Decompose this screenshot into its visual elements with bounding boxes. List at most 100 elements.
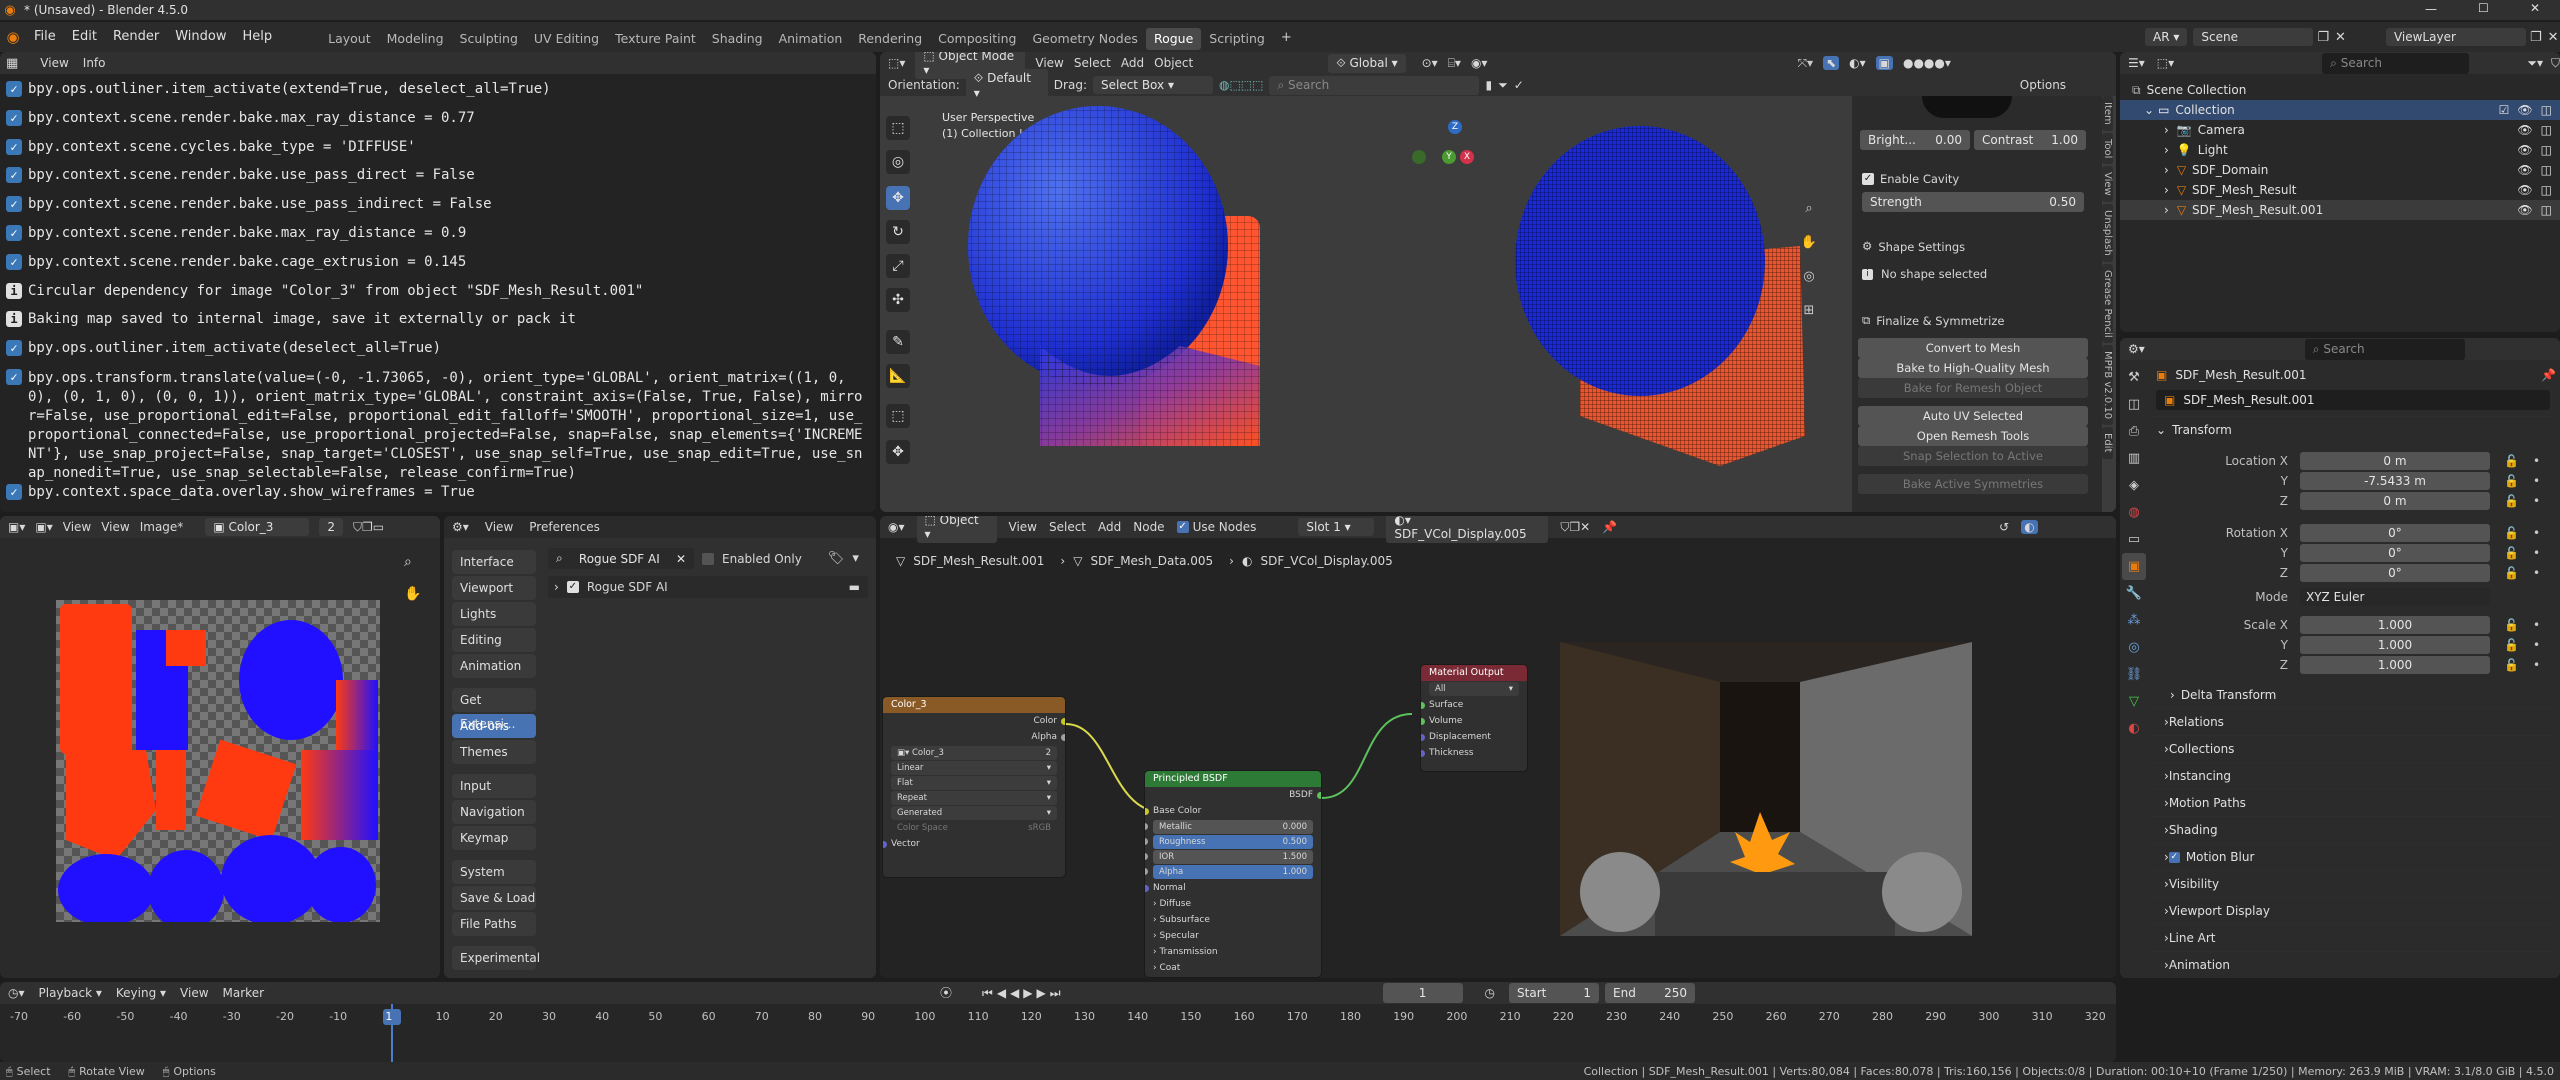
viewport-search[interactable]: ⌕ Search <box>1269 75 1480 95</box>
visibility-icon[interactable]: 👁 <box>2517 204 2532 216</box>
base-color-input[interactable]: Base Color <box>1145 803 1321 819</box>
output-tab-icon[interactable]: ⎙ <box>2122 418 2146 445</box>
render-icon[interactable]: ◫ <box>2541 184 2552 196</box>
expand-icon[interactable]: › <box>2164 164 2169 176</box>
view-mode-icon[interactable]: ▣▾ <box>35 521 52 533</box>
pan-icon[interactable]: ✋ <box>1798 226 1820 260</box>
end-frame-field[interactable]: End 250 <box>1605 983 1696 1003</box>
transform-field[interactable]: Rotation X 0° 🔓 • <box>2150 523 2556 543</box>
pref-tab-system[interactable]: System <box>452 860 536 884</box>
current-frame-field[interactable]: 1 <box>1382 983 1463 1003</box>
bookmark-icon[interactable]: ▮ <box>1485 79 1492 91</box>
outliner-item-sdf-domain[interactable]: › ▽ SDF_Domain 👁 ◫ <box>2120 160 2560 180</box>
collection-tab-icon[interactable]: ▭ <box>2122 526 2146 553</box>
alpha-output[interactable]: Alpha <box>883 729 1065 745</box>
interpolation-dropdown[interactable]: Linear ▾ <box>891 761 1057 775</box>
ie-menu-image[interactable]: Image* <box>140 520 184 534</box>
addon-item[interactable]: › ✓ Rogue SDF AI ▬ <box>548 576 868 598</box>
render-icon[interactable]: ◫ <box>2541 124 2552 136</box>
bsdf-metallic-field[interactable]: Metallic 0.000 <box>1145 820 1313 834</box>
pref-tab-get-extensi-[interactable]: Get Extensi... <box>452 688 536 731</box>
lock-icon[interactable]: 🔓 <box>2504 659 2519 671</box>
vp-menu-object[interactable]: Object <box>1154 56 1193 70</box>
contrast-field[interactable]: Contrast 1.00 <box>1974 130 2086 150</box>
editor-type-icon[interactable]: ⚙▾ <box>2128 343 2145 355</box>
bsdf-panel-specular[interactable]: › Specular <box>1145 928 1321 944</box>
motion-blur-checkbox[interactable]: ✓ <box>2168 851 2180 863</box>
normal-input[interactable]: Normal <box>1145 880 1321 896</box>
bsdf-panel-transmission[interactable]: › Transmission <box>1145 944 1321 960</box>
info-line[interactable]: ✓ bpy.ops.transform.translate(value=(-0, … <box>0 366 876 481</box>
enabled-only-checkbox[interactable] <box>702 552 714 565</box>
visibility-icon[interactable]: 👁 <box>2517 124 2532 136</box>
delete-scene-icon[interactable]: ✕ <box>2335 31 2346 44</box>
lock-icon[interactable]: 🔓 <box>2504 639 2519 651</box>
menu-file[interactable]: File <box>26 22 64 52</box>
output-target-dropdown[interactable]: All ▾ <box>1429 682 1519 696</box>
render-icon[interactable]: ◫ <box>2541 144 2552 156</box>
pref-tab-interface[interactable]: Interface <box>452 550 536 574</box>
outliner-item-light[interactable]: › 💡 Light 👁 ◫ <box>2120 140 2560 160</box>
editor-type-icon[interactable]: ▣▾ <box>8 521 25 533</box>
zoom-icon[interactable]: ⌕ <box>404 554 412 570</box>
pref-menu-preferences[interactable]: Preferences <box>529 520 600 534</box>
tl-menu-playback[interactable]: Playback ▾ <box>39 986 102 1000</box>
render-icon[interactable]: ◫ <box>2541 204 2552 216</box>
npanel-button-2[interactable]: Bake for Remesh Object <box>1858 378 2088 398</box>
lock-icon[interactable]: 🔓 <box>2504 527 2519 539</box>
npanel-tab[interactable]: Edit <box>2102 427 2113 459</box>
info-menu-info[interactable]: Info <box>83 56 106 70</box>
blender-menu-icon[interactable]: ◉ <box>0 29 26 45</box>
tl-menu-marker[interactable]: Marker <box>223 986 264 1000</box>
particles-tab-icon[interactable]: ⁂ <box>2122 607 2146 634</box>
scene-tab-icon[interactable]: ◈ <box>2122 472 2146 499</box>
keyframe-icon[interactable]: • <box>2533 659 2540 671</box>
gizmo-y-axis[interactable]: Y <box>1442 150 1456 164</box>
menu-render[interactable]: Render <box>105 22 167 52</box>
image-texture-node[interactable]: Color_3 Color Alpha ▣▾ Color_3 2 Linear ▾ … <box>882 696 1066 878</box>
close-button[interactable]: ✕ <box>2530 1 2540 15</box>
npanel-button-3[interactable]: Auto UV Selected <box>1858 406 2088 426</box>
visibility-icon[interactable]: 👁 <box>2517 104 2532 116</box>
workspace-tab-scripting[interactable]: Scripting <box>1201 28 1273 50</box>
panel-motion-blur[interactable]: › ✓ Motion Blur <box>2150 843 2556 870</box>
display-mode-icon[interactable]: ⬚▾ <box>2157 57 2174 69</box>
object-tab-icon[interactable]: ▣ <box>2122 553 2146 580</box>
outliner-item-sdf-mesh-result-001[interactable]: › ▽ SDF_Mesh_Result.001 👁 ◫ <box>2120 200 2560 220</box>
pref-tab-keymap[interactable]: Keymap <box>452 826 536 850</box>
check-icon[interactable]: ✓ <box>1514 79 1524 91</box>
workspace-tab-texture-paint[interactable]: Texture Paint <box>607 28 704 50</box>
clock-icon[interactable]: ◷ <box>1485 987 1495 999</box>
editor-type-icon[interactable]: ⬚▾ <box>888 57 905 69</box>
panel-shading[interactable]: › Shading <box>2150 816 2556 843</box>
bsdf-panel-diffuse[interactable]: › Diffuse <box>1145 896 1321 912</box>
keyframe-icon[interactable]: • <box>2533 475 2540 487</box>
pref-tab-lights[interactable]: Lights <box>452 602 536 626</box>
workspace-tab-layout[interactable]: Layout <box>320 28 379 50</box>
view-layer-tab-icon[interactable]: ▥ <box>2122 445 2146 472</box>
pref-tab-viewport[interactable]: Viewport <box>452 576 536 600</box>
panel-animation[interactable]: › Animation <box>2150 951 2556 978</box>
delta-transform-header[interactable]: › Delta Transform <box>2150 681 2556 708</box>
camera-view-icon[interactable]: ◎ <box>1798 260 1820 294</box>
tl-menu-keying[interactable]: Keying ▾ <box>116 986 166 1000</box>
npanel-tab[interactable]: Tool <box>2102 132 2113 165</box>
workspace-tab-rendering[interactable]: Rendering <box>850 28 930 50</box>
info-line[interactable]: ✓ bpy.context.scene.render.bake.use_pass_… <box>0 164 876 193</box>
transform-field[interactable]: Location X0 m 🔓 • <box>2150 451 2556 471</box>
info-line[interactable]: ✓ bpy.context.space_data.overlay.show_wir… <box>0 481 876 510</box>
outliner-item-sdf-mesh-result[interactable]: › ▽ SDF_Mesh_Result 👁 ◫ <box>2120 180 2560 200</box>
menu-help[interactable]: Help <box>235 22 281 52</box>
start-frame-field[interactable]: Start 1 <box>1509 983 1600 1003</box>
shading-icons[interactable]: ◍⬚⬚⬚ <box>1219 79 1263 91</box>
finalize-header[interactable]: ⧉ Finalize & Symmetrize <box>1862 314 2004 328</box>
mesh-right[interactable] <box>1515 126 1805 466</box>
bsdf-output[interactable]: BSDF <box>1145 787 1321 803</box>
record-icon[interactable]: ⦿ <box>940 987 952 999</box>
pref-menu-view[interactable]: View <box>485 520 513 534</box>
pref-tab-add-ons[interactable]: Add-ons <box>452 714 536 738</box>
shape-settings-header[interactable]: ⚙ Shape Settings <box>1862 240 1965 254</box>
transform-field[interactable]: Z 0° 🔓 • <box>2150 563 2556 583</box>
zoom-icon[interactable]: ⌕ <box>1798 192 1820 226</box>
info-line[interactable]: ✓ bpy.context.scene.render.bake.max_ray_d… <box>0 107 876 136</box>
